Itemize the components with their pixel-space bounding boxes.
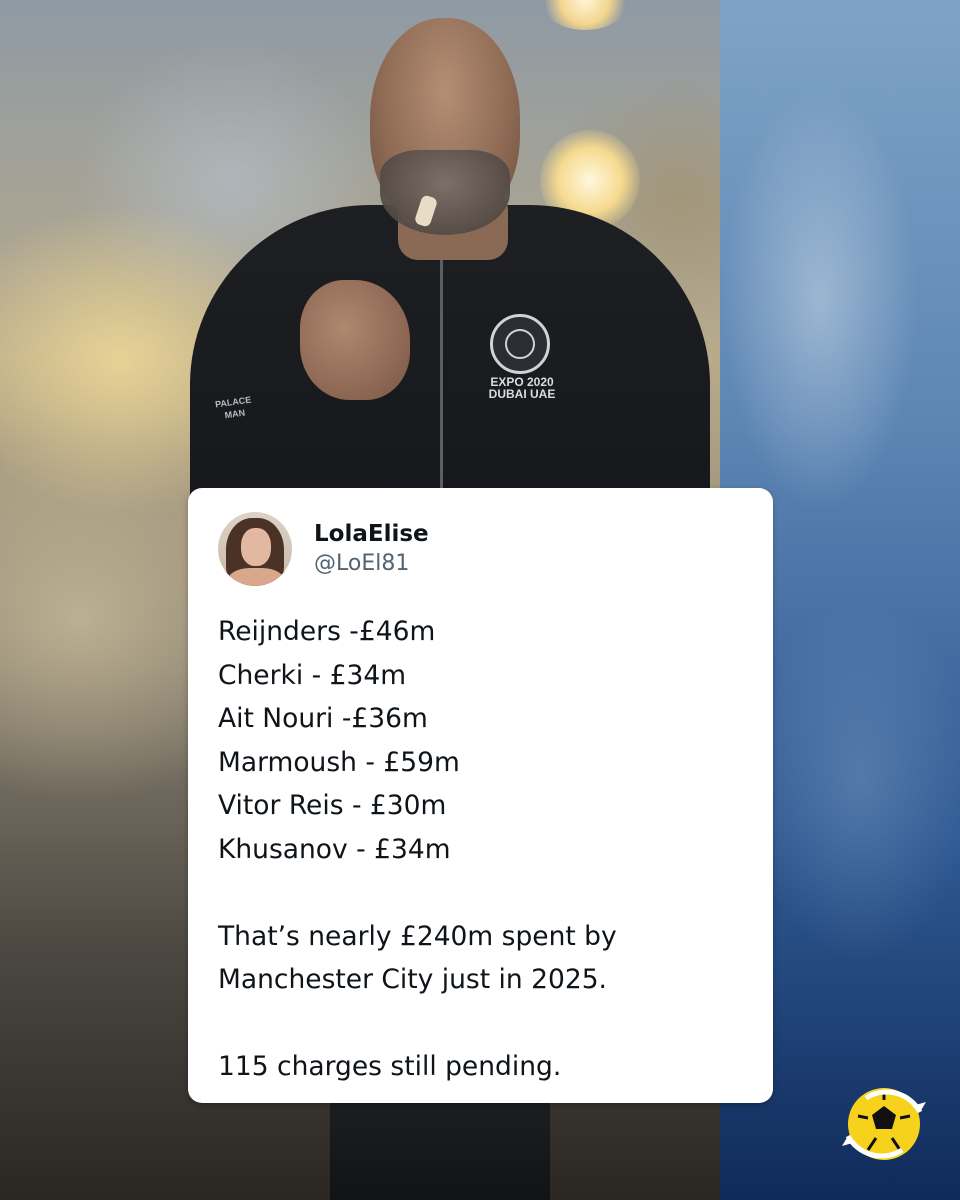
tweet-author: LolaElise @LoEl81 xyxy=(218,512,743,586)
user-handle[interactable]: @LoEl81 xyxy=(314,549,429,579)
avatar[interactable] xyxy=(218,512,292,586)
transfer-line: Vitor Reis - £30m xyxy=(218,790,447,821)
summary-line: Manchester City just in 2025. xyxy=(218,964,607,995)
jacket-zip xyxy=(440,260,443,490)
transfer-line: Cherki - £34m xyxy=(218,659,407,691)
football-refresh-icon xyxy=(842,1088,926,1160)
display-name[interactable]: LolaElise xyxy=(314,519,429,549)
pointing-hand xyxy=(300,280,410,400)
transfer-line: Ait Nouri -£36m xyxy=(218,703,428,734)
closing-line: 115 charges still pending. xyxy=(218,1051,562,1082)
author-names: LolaElise @LoEl81 xyxy=(314,519,429,579)
beard xyxy=(380,150,510,235)
tweet-body: Reijnders -£46m Cherki - £34m Ait Nouri … xyxy=(218,610,743,1089)
jacket-sponsor-text: EXPO 2020 DUBAI UAE xyxy=(488,375,556,401)
transfer-line: Marmoush - £59m xyxy=(218,746,460,778)
avatar-face xyxy=(241,528,271,566)
transfer-line: Khusanov - £34m xyxy=(218,833,451,865)
club-crest-inner xyxy=(505,329,535,359)
transfer-line: Reijnders -£46m xyxy=(218,616,436,647)
avatar-shoulder xyxy=(228,568,284,586)
tweet-card: LolaElise @LoEl81 Reijnders -£46m Cherki… xyxy=(188,488,773,1103)
trousers xyxy=(330,1090,550,1200)
summary-line: That’s nearly £240m spent by xyxy=(218,920,617,952)
